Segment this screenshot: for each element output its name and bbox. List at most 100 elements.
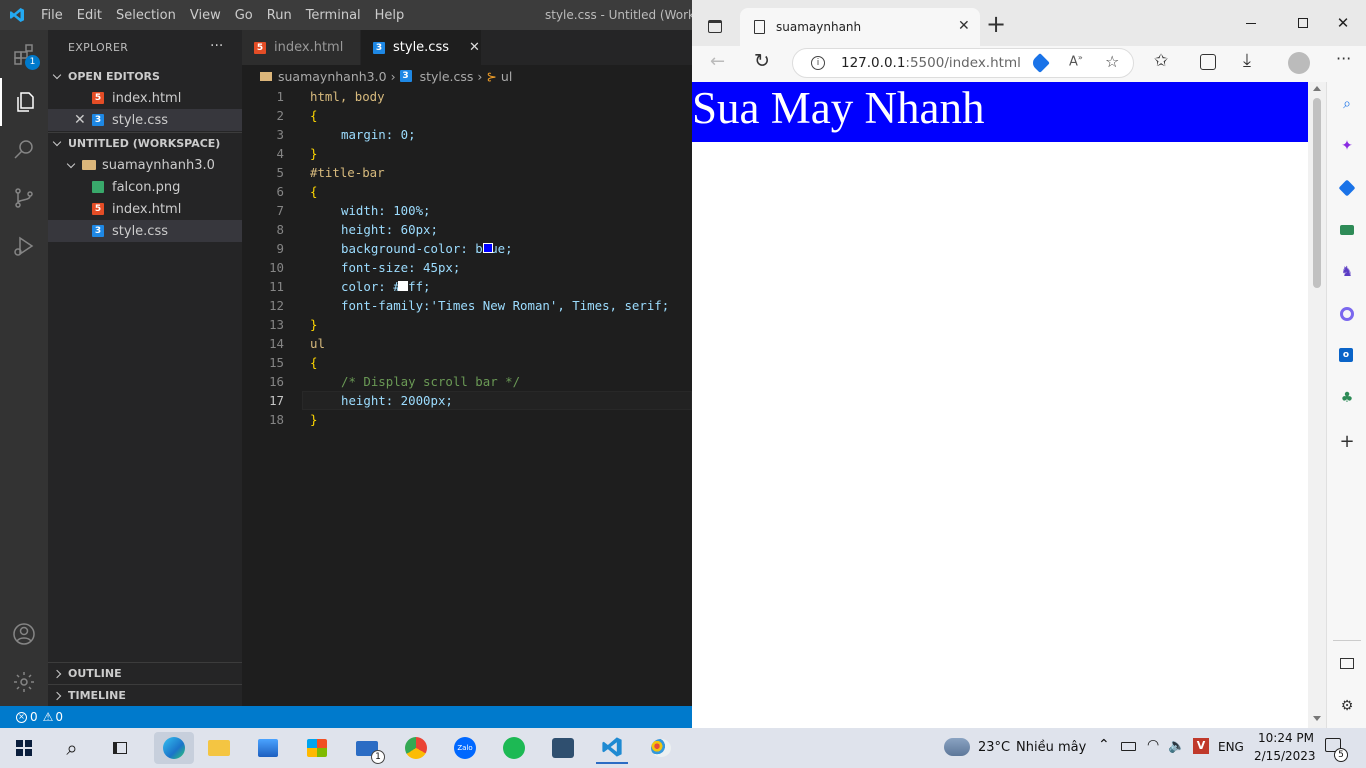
settings-gear-icon[interactable]: ⚙ <box>1339 698 1355 714</box>
coupon-tag-icon[interactable] <box>1030 53 1050 73</box>
run-debug-icon[interactable] <box>0 222 48 270</box>
games-icon[interactable]: ♞ <box>1339 264 1355 280</box>
tab-actions-icon[interactable] <box>708 20 722 33</box>
weather-cloud-icon[interactable] <box>944 738 970 756</box>
edge-browser-icon[interactable] <box>154 732 194 764</box>
workspace-section[interactable]: UNTITLED (WORKSPACE) <box>48 132 242 154</box>
menu-help[interactable]: Help <box>368 8 412 23</box>
tools-briefcase-icon[interactable] <box>1339 222 1355 238</box>
file-item[interactable]: falcon.png <box>48 176 242 198</box>
window-close-button[interactable]: ✕ <box>1320 0 1366 46</box>
file-explorer-icon[interactable] <box>203 732 235 764</box>
outlook-icon[interactable]: o <box>1339 348 1355 364</box>
explorer-icon[interactable] <box>0 78 48 126</box>
menu-run[interactable]: Run <box>260 8 299 23</box>
volume-icon[interactable]: 🔈 <box>1168 738 1185 754</box>
outline-section[interactable]: OUTLINE <box>48 662 242 684</box>
menu-edit[interactable]: Edit <box>70 8 109 23</box>
language-indicator[interactable]: ENG <box>1218 740 1244 754</box>
minimize-icon <box>1246 22 1256 24</box>
task-view-icon[interactable] <box>104 732 136 764</box>
mysql-workbench-icon[interactable] <box>547 732 579 764</box>
page-viewport[interactable]: Sua May Nhanh <box>692 82 1308 728</box>
menu-view[interactable]: View <box>183 8 228 23</box>
split-screen-icon[interactable] <box>1339 656 1355 672</box>
copilot-sparkle-icon[interactable]: ✦ <box>1339 138 1355 154</box>
add-favorite-icon[interactable]: ☆ <box>1105 52 1119 71</box>
file-item[interactable]: 3 style.css <box>48 220 242 242</box>
file-item[interactable]: 5 index.html <box>48 198 242 220</box>
warning-icon: ⚠ <box>42 710 54 724</box>
close-icon[interactable]: ✕ <box>469 40 480 55</box>
vscode-taskbar-icon[interactable] <box>596 732 628 764</box>
breadcrumb-file[interactable]: style.css <box>420 69 474 84</box>
clock-date[interactable]: 2/15/2023 <box>1254 749 1316 763</box>
scroll-down-arrow-icon[interactable] <box>1313 716 1321 721</box>
close-icon[interactable]: ✕ <box>958 18 970 34</box>
new-tab-plus-icon[interactable]: + <box>986 12 1006 36</box>
refresh-icon[interactable]: ↻ <box>754 50 770 72</box>
menu-terminal[interactable]: Terminal <box>299 8 368 23</box>
more-menu-icon[interactable]: ··· <box>1336 49 1351 68</box>
page-scrollbar[interactable] <box>1308 82 1326 728</box>
clock-time[interactable]: 10:24 PM <box>1258 731 1314 745</box>
battery-icon[interactable] <box>1121 742 1136 751</box>
scroll-up-arrow-icon[interactable] <box>1313 86 1321 91</box>
extensions-icon[interactable]: 1 <box>0 30 48 78</box>
weather-temp[interactable]: 23°C <box>978 740 1010 755</box>
menu-selection[interactable]: Selection <box>109 8 183 23</box>
read-aloud-icon[interactable]: A» <box>1069 53 1083 69</box>
search-icon[interactable]: ⌕ <box>56 732 88 764</box>
downloads-icon[interactable]: ⤓ <box>1243 50 1251 71</box>
add-plus-icon[interactable]: + <box>1339 433 1355 451</box>
chrome-icon[interactable] <box>400 732 432 764</box>
menu-go[interactable]: Go <box>228 8 260 23</box>
microsoft-365-icon[interactable] <box>1339 306 1355 322</box>
scroll-thumb[interactable] <box>1313 98 1321 288</box>
code-line: { <box>310 108 318 123</box>
open-editor-item[interactable]: ✕ 3 style.css <box>48 109 242 131</box>
profile-avatar[interactable] <box>1288 52 1310 74</box>
chevron-up-icon[interactable]: ⌃ <box>1098 737 1110 753</box>
breadcrumb-folder[interactable]: suamaynhanh3.0 <box>278 69 387 84</box>
html-file-icon: 5 <box>254 41 266 54</box>
browser-tab[interactable]: suamaynhanh ✕ <box>740 8 980 46</box>
mail-icon[interactable]: 1 <box>351 732 385 764</box>
tab-index-html[interactable]: 5 index.html <box>242 30 360 65</box>
close-icon[interactable]: ✕ <box>74 112 92 128</box>
vietkey-icon[interactable]: V <box>1193 738 1209 754</box>
menu-file[interactable]: File <box>34 8 70 23</box>
minimize-button[interactable] <box>1228 0 1274 46</box>
problems-indicator[interactable]: × 0 ⚠ 0 <box>16 710 63 724</box>
folder-item[interactable]: suamaynhanh3.0 <box>48 154 242 176</box>
microsoft-store-icon[interactable] <box>301 732 333 764</box>
settings-gear-icon[interactable] <box>0 658 48 706</box>
collections-icon[interactable] <box>1200 54 1216 70</box>
open-editors-section[interactable]: OPEN EDITORS <box>48 65 242 87</box>
timeline-section[interactable]: TIMELINE <box>48 684 242 706</box>
paint-icon[interactable] <box>645 732 677 764</box>
tab-style-css[interactable]: 3 style.css ✕ <box>361 30 481 65</box>
weather-text[interactable]: Nhiều mây <box>1016 740 1086 755</box>
drop-tree-icon[interactable]: ♣ <box>1339 390 1355 406</box>
search-icon[interactable]: ⌕ <box>1339 96 1355 112</box>
breadcrumb-symbol[interactable]: ul <box>501 69 512 84</box>
shopping-tag-icon[interactable] <box>1338 179 1356 197</box>
photos-icon[interactable] <box>252 732 284 764</box>
zalo-icon[interactable]: Zalo <box>449 732 481 764</box>
windows-start-icon[interactable] <box>8 732 40 764</box>
color-swatch-blue[interactable] <box>483 243 493 253</box>
favorites-icon[interactable]: ✩ <box>1154 51 1168 71</box>
search-icon[interactable] <box>0 126 48 174</box>
back-arrow-icon[interactable]: ← <box>710 51 725 72</box>
open-editor-item[interactable]: 5 index.html <box>48 87 242 109</box>
account-icon[interactable] <box>0 610 48 658</box>
color-swatch-white[interactable] <box>398 281 408 291</box>
code-editor[interactable]: 1 2 3 4 5 6 7 8 9 10 11 12 13 14 15 16 1… <box>242 87 692 706</box>
spotify-icon[interactable] <box>498 732 530 764</box>
source-control-icon[interactable] <box>0 174 48 222</box>
wifi-icon[interactable]: ◠ <box>1147 737 1159 753</box>
address-bar[interactable]: i 127.0.0.1:5500/index.html A» ☆ <box>792 48 1134 78</box>
vscode-logo-icon[interactable] <box>0 7 34 23</box>
explorer-more-button[interactable]: ··· <box>210 38 223 54</box>
